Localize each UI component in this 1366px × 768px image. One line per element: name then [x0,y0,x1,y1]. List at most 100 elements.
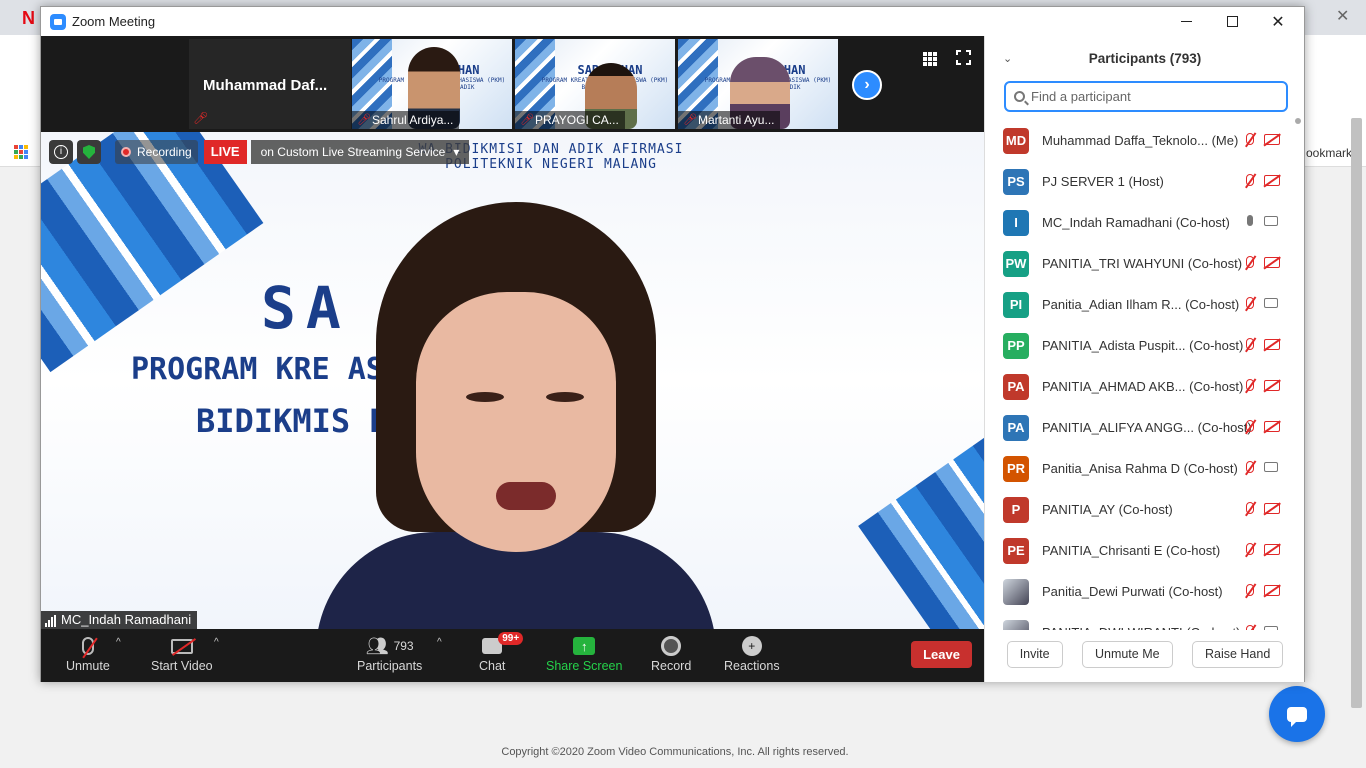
chat-button[interactable]: 99+ Chat [479,632,524,673]
participant-row[interactable]: P PANITIA_AY (Co-host) [985,489,1295,530]
participant-row[interactable]: PR Panitia_Anisa Rahma D (Co-host) [985,448,1295,489]
mic-off-icon [81,633,94,659]
share-screen-button[interactable]: ↑ Share Screen [546,633,622,673]
security-button[interactable] [77,140,101,164]
video-off-icon [1264,379,1282,394]
participants-label: Participants [357,659,423,673]
thumbnail-name: Sahrul Ardiya... [372,113,454,127]
mic-muted-icon[interactable] [1243,132,1257,149]
muted-mic-icon: 🎤︎ [357,114,371,126]
video-off-icon [170,633,193,659]
mic-muted-icon[interactable] [1243,419,1257,436]
mic-muted-icon[interactable] [1243,173,1257,190]
participants-list: MD Muhammad Daffa_Teknolo... (Me) PS PJ SER… [985,120,1295,630]
minimize-button[interactable] [1163,7,1209,36]
unmute-button[interactable]: Unmute [66,633,110,673]
apps-grid-icon[interactable] [14,145,28,159]
participant-name: Muhammad Daffa_Teknolo... (Me) [1042,133,1239,148]
video-thumbnail[interactable]: SARASEHAN PROGRAM KREATIVITAS MAHASISWA … [352,39,512,129]
raise-hand-button[interactable]: Raise Hand [1191,641,1284,668]
speaker-eye [546,392,584,402]
participant-name: PANITIA_Chrisanti E (Co-host) [1042,543,1221,558]
participant-search[interactable] [1004,81,1288,112]
participant-name: Panitia_Adian Ilham R... (Co-host) [1042,297,1240,312]
video-options-caret-icon[interactable]: ^ [214,637,219,648]
participants-button[interactable]: 👥︎ 793 Participants [357,633,423,674]
mic-muted-icon[interactable] [1243,583,1257,600]
speaker-video-feed [316,202,716,629]
mic-on-icon[interactable] [1243,214,1257,231]
maximize-button[interactable] [1209,7,1255,36]
participant-row[interactable]: PW PANITIA_TRI WAHYUNI (Co-host) [985,243,1295,284]
thumbnail-name: PRAYOGI CA... [535,113,619,127]
avatar: PW [1003,250,1029,277]
mic-muted-icon[interactable] [1243,378,1257,395]
mic-muted-icon[interactable] [1243,624,1257,630]
record-button[interactable]: Record [651,633,691,673]
close-button[interactable]: ✕ [1255,7,1301,36]
participant-row[interactable]: I MC_Indah Ramadhani (Co-host) [985,202,1295,243]
participant-row[interactable]: PS PJ SERVER 1 (Host) [985,161,1295,202]
participant-row[interactable]: MD Muhammad Daffa_Teknolo... (Me) [985,120,1295,161]
participant-row[interactable]: PA PANITIA_ALIFYA ANGG... (Co-host) [985,407,1295,448]
avatar: MD [1003,127,1029,154]
fullscreen-icon[interactable] [956,50,971,65]
unmute-label: Unmute [66,659,110,673]
video-off-icon [1264,174,1282,189]
speaker-eye [466,392,504,402]
mic-muted-icon[interactable] [1243,542,1257,559]
reactions-button[interactable]: + Reactions [724,633,780,673]
invite-button[interactable]: Invite [1006,641,1063,668]
share-screen-label: Share Screen [546,659,623,673]
video-off-icon [1264,420,1282,435]
active-speaker-video: WA BIDIKMISI DAN ADIK AFIRMASI POLITEKNI… [41,132,984,629]
muted-mic-icon: 🎤︎ [683,114,697,126]
support-chat-button[interactable] [1269,686,1325,742]
browser-scrollbar[interactable] [1351,118,1362,708]
avatar: PI [1003,291,1029,318]
participant-row[interactable]: PP PANITIA_Adista Puspit... (Co-host) [985,325,1295,366]
maximize-icon [1226,16,1238,27]
audio-options-caret-icon[interactable]: ^ [116,637,121,648]
search-input[interactable] [1031,89,1271,104]
slide-decoration [858,434,984,629]
unmute-me-button[interactable]: Unmute Me [1081,641,1173,668]
mic-muted-icon[interactable] [1243,255,1257,272]
video-off-icon [1264,543,1282,558]
avatar: I [1003,209,1029,236]
leave-button[interactable]: Leave [911,641,972,668]
participant-name: Panitia_Dewi Purwati (Co-host) [1042,584,1223,599]
participant-row[interactable]: PI Panitia_Adian Ilham R... (Co-host) [985,284,1295,325]
participant-row[interactable]: PANITIA_DWI WIRANTI (Co-host) [985,612,1295,630]
speaker-mouth [496,482,556,510]
participant-row[interactable]: Panitia_Dewi Purwati (Co-host) [985,571,1295,612]
start-video-button[interactable]: Start Video [151,633,213,673]
browser-close-icon[interactable]: ✕ [1336,6,1349,26]
chat-unread-badge: 99+ [498,632,524,645]
participants-scrollbar[interactable] [1295,118,1301,630]
mic-muted-icon[interactable] [1243,296,1257,313]
shield-icon [83,145,95,159]
mic-muted-icon[interactable] [1243,501,1257,518]
start-video-label: Start Video [151,659,213,673]
next-page-button[interactable]: › [852,70,882,100]
participant-row[interactable]: PA PANITIA_AHMAD AKB... (Co-host) [985,366,1295,407]
mic-muted-icon[interactable] [1243,460,1257,477]
participants-caret-icon[interactable]: ^ [437,637,442,648]
video-thumbnail[interactable]: SARASEHAN PROGRAM KREATIVITAS MAHASISWA … [678,39,838,129]
avatar [1003,619,1029,630]
thumbnail-name: Martanti Ayu... [698,113,775,127]
live-stream-dropdown[interactable]: on Custom Live Streaming Service ▾ [250,140,470,164]
avatar: PS [1003,168,1029,195]
meeting-info-button[interactable]: i [49,140,73,164]
video-off-icon [1264,502,1282,517]
zoom-window: Zoom Meeting ✕ Muhammad Daf... 🎤︎ SARASE… [40,6,1305,682]
chat-label: Chat [479,659,506,673]
self-video-tile[interactable]: Muhammad Daf... 🎤︎ [189,39,351,129]
chat-bubble-icon [1287,706,1307,727]
participant-row[interactable]: PE PANITIA_Chrisanti E (Co-host) [985,530,1295,571]
avatar: PR [1003,455,1029,482]
gallery-view-icon[interactable] [923,52,937,66]
video-thumbnail[interactable]: SARASEHAN PROGRAM KREATIVITAS MAHASISWA … [515,39,675,129]
mic-muted-icon[interactable] [1243,337,1257,354]
